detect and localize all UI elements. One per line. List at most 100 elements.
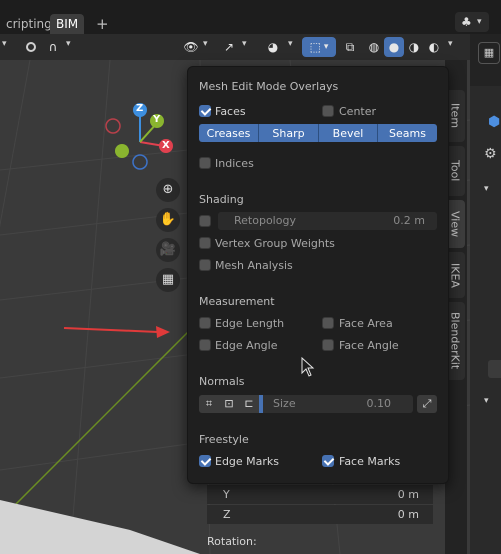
grid-icon: ▦ <box>161 272 175 287</box>
shading-section-title: Shading <box>199 193 244 206</box>
faces-checkbox[interactable] <box>199 105 211 117</box>
vertex-normal-icon: ⌗ <box>205 397 213 410</box>
chevron-down-icon[interactable]: ▾ <box>484 396 489 406</box>
center-checkbox[interactable] <box>322 105 334 117</box>
chevron-down-icon[interactable]: ▾ <box>66 39 71 49</box>
indices-label: Indices <box>215 157 254 170</box>
wireframe-icon: ◍ <box>368 40 380 54</box>
retopology-checkbox[interactable] <box>199 215 211 227</box>
proportional-edit-icon <box>26 42 36 52</box>
edge-angle-checkbox[interactable] <box>199 339 211 351</box>
add-workspace-button[interactable]: + <box>90 14 115 34</box>
seams-toggle[interactable]: Seams <box>378 124 437 142</box>
split-normals-toggle[interactable]: ⊡ <box>219 395 239 413</box>
workspace-tab-bar: cripting BIM + ♣ ▾ <box>0 0 501 34</box>
face-angle-label: Face Angle <box>339 339 399 352</box>
wireframe-shading-button[interactable]: ◍ <box>364 37 384 57</box>
chevron-down-icon[interactable]: ▾ <box>484 184 489 194</box>
measurement-section-title: Measurement <box>199 295 275 308</box>
tab-bim[interactable]: BIM <box>50 14 85 34</box>
mesh-analysis-label: Mesh Analysis <box>215 259 293 272</box>
face-area-checkbox[interactable] <box>322 317 334 329</box>
retopology-value: 0.2 m <box>393 214 425 227</box>
properties-icon[interactable]: ▦ <box>478 42 500 64</box>
chevron-down-icon: ▾ <box>323 42 329 52</box>
rendered-sphere-icon: ◐ <box>428 40 440 54</box>
xray-toggle-button[interactable]: ⧉ <box>340 37 360 57</box>
center-label: Center <box>339 105 377 118</box>
solid-sphere-icon: ● <box>388 40 400 54</box>
solid-shading-button[interactable]: ● <box>384 37 404 57</box>
normals-size-field[interactable]: Size 0.10 <box>259 395 413 413</box>
red-arrow-annotation <box>63 326 170 338</box>
chevron-down-icon[interactable]: ▾ <box>448 39 453 49</box>
gizmo-toggle-button[interactable]: ↗ <box>218 37 240 57</box>
chevron-down-icon[interactable]: ▾ <box>242 39 247 49</box>
sharp-toggle[interactable]: Sharp <box>259 124 319 142</box>
camera-view-button[interactable]: 🎥 <box>156 238 180 262</box>
face-marks-checkbox[interactable] <box>322 455 334 467</box>
xray-icon: ⧉ <box>345 39 355 54</box>
size-value: 0.10 <box>366 397 392 410</box>
gizmo-y-label: Y <box>153 114 161 125</box>
object-properties-icon[interactable]: ⬢ <box>488 114 500 130</box>
mouse-cursor-icon <box>301 357 315 377</box>
location-y-field[interactable]: Y 0 m <box>207 485 433 504</box>
face-angle-checkbox[interactable] <box>322 339 334 351</box>
edge-marks-checkbox[interactable] <box>199 455 211 467</box>
properties-editor-strip: ▦ ⬢ ⚙ ▾ ▾ <box>470 34 501 554</box>
property-field[interactable] <box>488 360 501 378</box>
face-normals-toggle[interactable]: ⊏ <box>239 395 259 413</box>
face-normal-icon: ⊏ <box>244 397 254 410</box>
pan-button[interactable]: ✋ <box>156 208 180 232</box>
creases-toggle[interactable]: Creases <box>199 124 259 142</box>
indices-checkbox[interactable] <box>199 157 211 169</box>
chevron-down-icon[interactable]: ▾ <box>203 39 208 49</box>
edge-angle-label: Edge Angle <box>215 339 278 352</box>
rendered-shading-button[interactable]: ◐ <box>424 37 444 57</box>
popover-title: Mesh Edit Mode Overlays <box>199 80 339 93</box>
location-z-field[interactable]: Z 0 m <box>207 505 433 524</box>
scene-selector[interactable]: ♣ ▾ <box>455 12 489 32</box>
z-label: Z <box>223 508 231 521</box>
edge-marks-label: Edge Marks <box>215 455 280 468</box>
y-label: Y <box>223 488 230 501</box>
chevron-down-icon[interactable]: ▾ <box>288 39 293 49</box>
face-marks-label: Face Marks <box>339 455 401 468</box>
zoom-button[interactable]: ⊕ <box>156 178 180 202</box>
vertex-group-weights-checkbox[interactable] <box>199 237 211 249</box>
constant-screen-size-toggle[interactable]: ⤢ <box>417 395 437 413</box>
vertex-group-weights-label: Vertex Group Weights <box>215 237 335 250</box>
pen-icon: ⤢ <box>422 397 432 410</box>
normals-section-title: Normals <box>199 375 245 388</box>
modifier-icon[interactable]: ⚙ <box>484 146 497 162</box>
edge-length-label: Edge Length <box>215 317 285 330</box>
perspective-toggle-button[interactable]: ▦ <box>156 268 180 292</box>
retopology-offset-field[interactable]: Retopology 0.2 m <box>218 212 437 230</box>
proportional-edit-button[interactable] <box>20 37 42 57</box>
freestyle-section-title: Freestyle <box>199 433 249 446</box>
falloff-button[interactable]: ∩ <box>42 37 64 57</box>
chevron-down-icon: ▾ <box>477 17 482 27</box>
gizmo-z-label: Z <box>136 103 144 114</box>
falloff-icon: ∩ <box>48 40 58 54</box>
bevel-toggle[interactable]: Bevel <box>319 124 378 142</box>
retopology-label: Retopology <box>234 214 296 227</box>
overlays-icon: ◕ <box>267 40 279 54</box>
eye-icon: 👁 <box>183 40 199 54</box>
edge-length-checkbox[interactable] <box>199 317 211 329</box>
size-label: Size <box>273 397 296 410</box>
material-sphere-icon: ◑ <box>408 40 420 54</box>
y-value: 0 m <box>397 488 419 501</box>
split-normal-icon: ⊡ <box>224 397 234 410</box>
size-slider-fill <box>259 395 263 413</box>
overlays-toggle-button[interactable]: ◕ <box>262 37 284 57</box>
vertex-normals-toggle[interactable]: ⌗ <box>199 395 219 413</box>
z-value: 0 m <box>397 508 419 521</box>
material-shading-button[interactable]: ◑ <box>404 37 424 57</box>
mesh-edit-overlays-button[interactable]: ⬚ ▾ <box>302 37 336 57</box>
visibility-button[interactable]: 👁 <box>180 37 202 57</box>
chevron-down-icon[interactable]: ▾ <box>2 39 7 49</box>
viewport-header: ▾ ∩ ▾ 👁 ▾ ↗ ▾ ◕ ▾ ⬚ ▾ ⧉ ◍ ● ◑ ◐ ▾ <box>0 34 470 60</box>
mesh-analysis-checkbox[interactable] <box>199 259 211 271</box>
